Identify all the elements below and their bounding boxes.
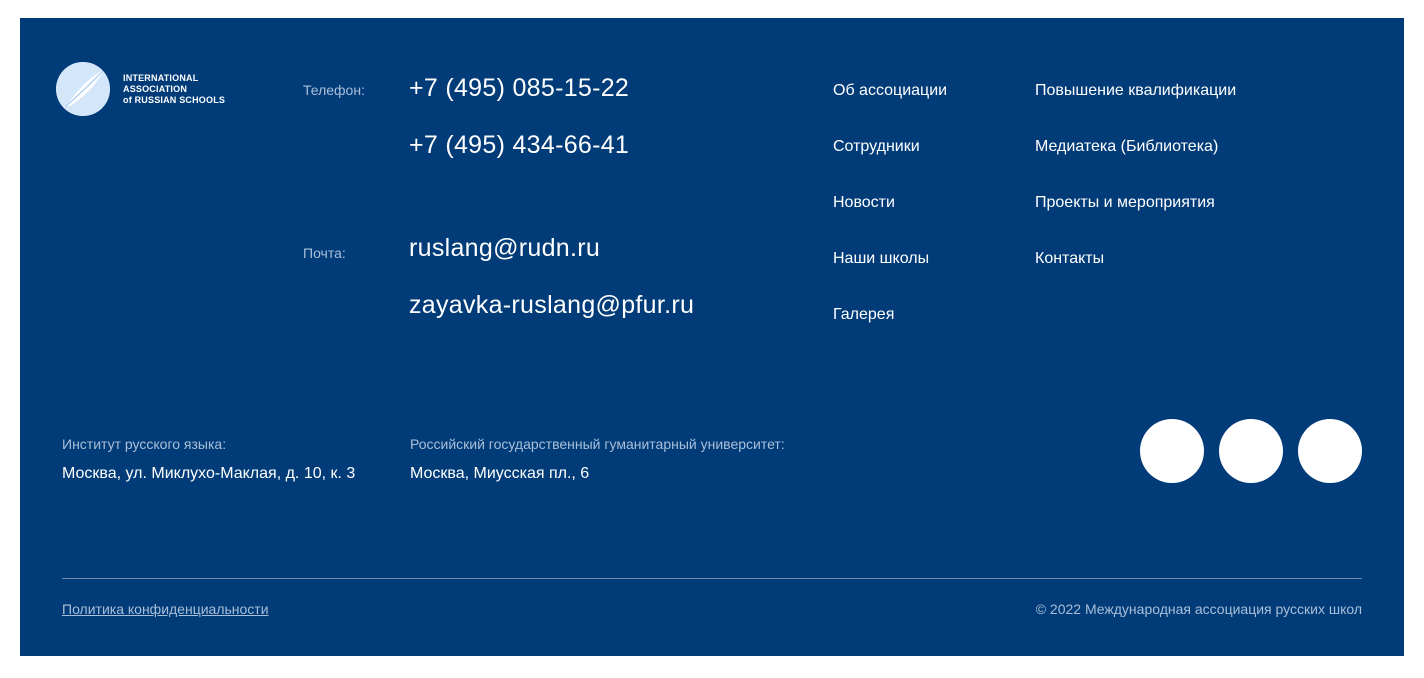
- nav-about[interactable]: Об ассоциации: [833, 82, 947, 100]
- email-link-1[interactable]: ruslang@rudn.ru: [409, 234, 600, 263]
- logo-feather-icon: [56, 62, 110, 116]
- footer-divider: [62, 578, 1362, 579]
- site-footer: INTERNATIONAL ASSOCIATION of RUSSIAN SCH…: [20, 18, 1404, 656]
- logo-line-3: of RUSSIAN SCHOOLS: [123, 94, 226, 105]
- logo[interactable]: INTERNATIONAL ASSOCIATION of RUSSIAN SCH…: [56, 62, 225, 116]
- nav-staff[interactable]: Сотрудники: [833, 138, 920, 156]
- privacy-policy-link[interactable]: Политика конфиденциальности: [62, 601, 269, 617]
- social-icon-1[interactable]: [1140, 419, 1204, 483]
- email-label: Почта:: [303, 245, 346, 261]
- copyright-text: © 2022 Международная ассоциация русских …: [1035, 601, 1362, 617]
- phone-label: Телефон:: [303, 82, 365, 98]
- logo-text: INTERNATIONAL ASSOCIATION of RUSSIAN SCH…: [123, 73, 225, 106]
- address-label-1: Институт русского языка:: [62, 436, 227, 452]
- nav-media-library[interactable]: Медиатека (Библиотека): [1035, 138, 1218, 156]
- nav-schools[interactable]: Наши школы: [833, 250, 929, 268]
- nav-projects[interactable]: Проекты и мероприятия: [1035, 194, 1215, 212]
- address-label-2: Российский государственный гуманитарный …: [410, 436, 785, 452]
- social-icon-3[interactable]: [1298, 419, 1362, 483]
- nav-contacts[interactable]: Контакты: [1035, 250, 1104, 268]
- phone-link-2[interactable]: +7 (495) 434-66-41: [409, 131, 629, 160]
- social-icon-2[interactable]: [1219, 419, 1283, 483]
- nav-qualification[interactable]: Повышение квалификации: [1035, 82, 1236, 100]
- logo-line-1: INTERNATIONAL: [123, 72, 199, 83]
- phone-link-1[interactable]: +7 (495) 085-15-22: [409, 74, 629, 103]
- address-value-2: Москва, Миусская пл., 6: [410, 465, 590, 482]
- email-link-2[interactable]: zayavka-ruslang@pfur.ru: [409, 291, 694, 320]
- logo-line-2: ASSOCIATION: [123, 83, 188, 94]
- address-value-1: Москва, ул. Миклухо-Маклая, д. 10, к. 3: [62, 465, 356, 482]
- nav-gallery[interactable]: Галерея: [833, 306, 894, 324]
- nav-news[interactable]: Новости: [833, 194, 895, 212]
